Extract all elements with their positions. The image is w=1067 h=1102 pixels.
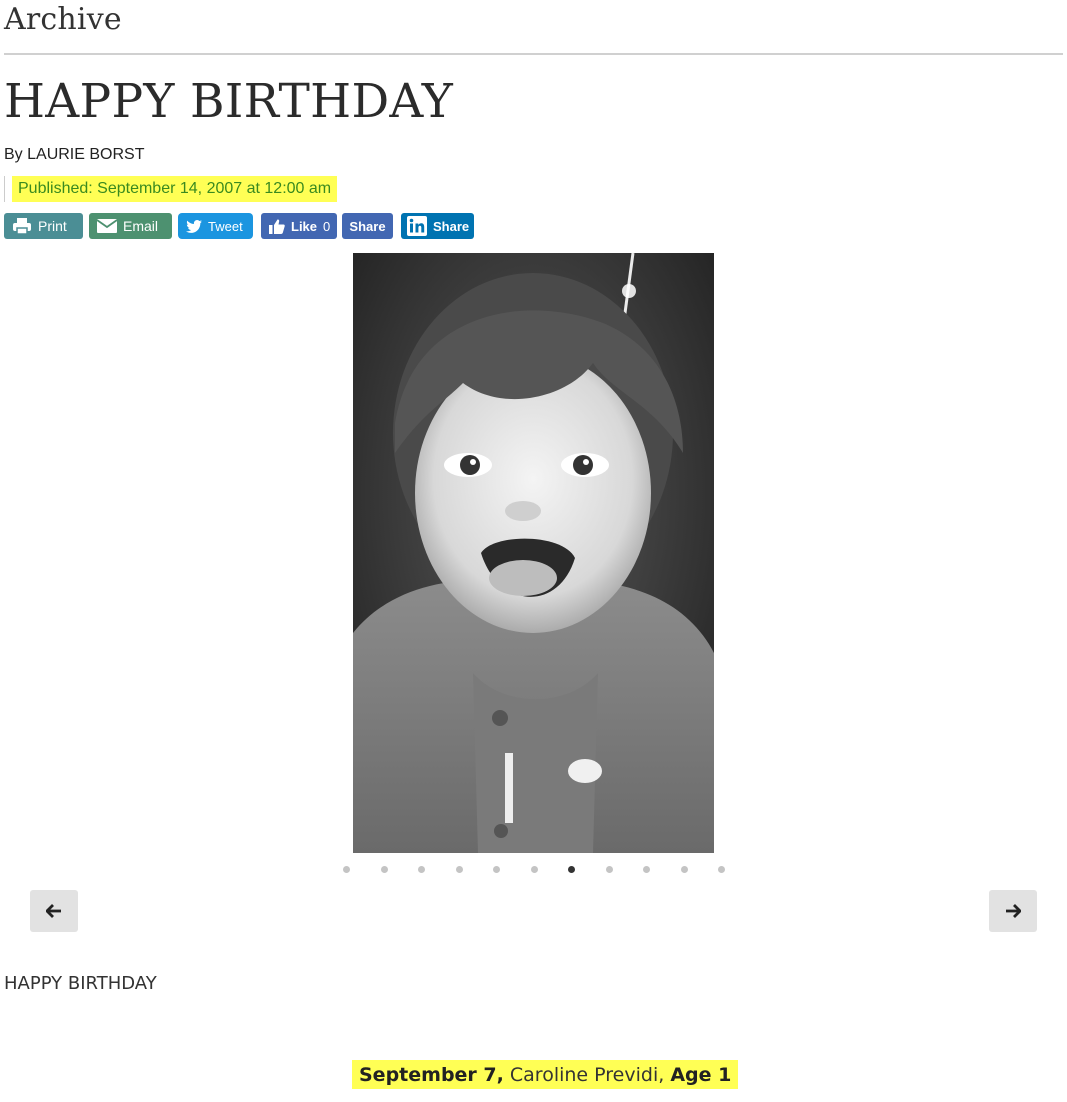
gallery-dot[interactable] xyxy=(568,866,575,873)
linkedin-icon xyxy=(407,216,427,236)
gallery-dot[interactable] xyxy=(343,866,350,873)
like-label: Like xyxy=(291,218,318,234)
print-label: Print xyxy=(38,218,67,234)
arrow-right-icon xyxy=(1006,904,1021,918)
envelope-icon xyxy=(97,219,117,233)
next-slide-button[interactable] xyxy=(989,890,1037,932)
gallery-pagination xyxy=(343,866,733,874)
baby-photo xyxy=(353,253,714,853)
divider xyxy=(4,53,1063,55)
facebook-share-button[interactable]: Share xyxy=(342,213,393,239)
arrow-left-icon xyxy=(46,904,61,918)
thumbs-up-icon xyxy=(269,219,285,234)
caption-age: Age 1 xyxy=(670,1063,732,1086)
fb-share-label: Share xyxy=(349,218,386,234)
email-button[interactable]: Email xyxy=(89,213,172,239)
gallery-dot[interactable] xyxy=(530,866,538,873)
gallery-dot[interactable] xyxy=(455,866,463,873)
caption-date: September 7, xyxy=(359,1063,504,1086)
printer-icon xyxy=(13,218,31,235)
gallery-dot[interactable] xyxy=(718,866,725,873)
tweet-button[interactable]: Tweet xyxy=(178,213,253,239)
gallery-dot[interactable] xyxy=(605,866,613,873)
photo-caption: September 7, Caroline Previdi, Age 1 xyxy=(352,1060,739,1089)
published-date: Published: September 14, 2007 at 12:00 a… xyxy=(12,176,338,202)
gallery-dot[interactable] xyxy=(380,866,388,873)
tweet-label: Tweet xyxy=(208,218,243,234)
like-count: 0 xyxy=(323,218,331,234)
article-headline: HAPPY BIRTHDAY xyxy=(4,74,454,129)
gallery-dot[interactable] xyxy=(680,866,688,873)
byline: By LAURIE BORST xyxy=(4,146,144,164)
section-title: Archive xyxy=(4,2,122,37)
linkedin-share-label: Share xyxy=(433,218,470,234)
article-body-heading: HAPPY BIRTHDAY xyxy=(4,973,157,994)
byline-prefix: By xyxy=(4,146,23,163)
author-name[interactable]: LAURIE BORST xyxy=(27,146,144,163)
linkedin-share-button[interactable]: Share xyxy=(401,213,474,239)
twitter-bird-icon xyxy=(186,219,202,233)
gallery-photo xyxy=(353,253,714,853)
gallery-dot[interactable] xyxy=(418,866,425,873)
email-label: Email xyxy=(123,218,159,234)
gallery-dot[interactable] xyxy=(643,866,650,873)
caption-name: Caroline Previdi, xyxy=(503,1063,671,1086)
gallery-dot[interactable] xyxy=(493,866,500,873)
published-wrapper: Published: September 14, 2007 at 12:00 a… xyxy=(4,176,338,202)
facebook-like-button[interactable]: Like 0 xyxy=(261,213,337,239)
previous-slide-button[interactable] xyxy=(30,890,78,932)
print-button[interactable]: Print xyxy=(4,213,83,239)
